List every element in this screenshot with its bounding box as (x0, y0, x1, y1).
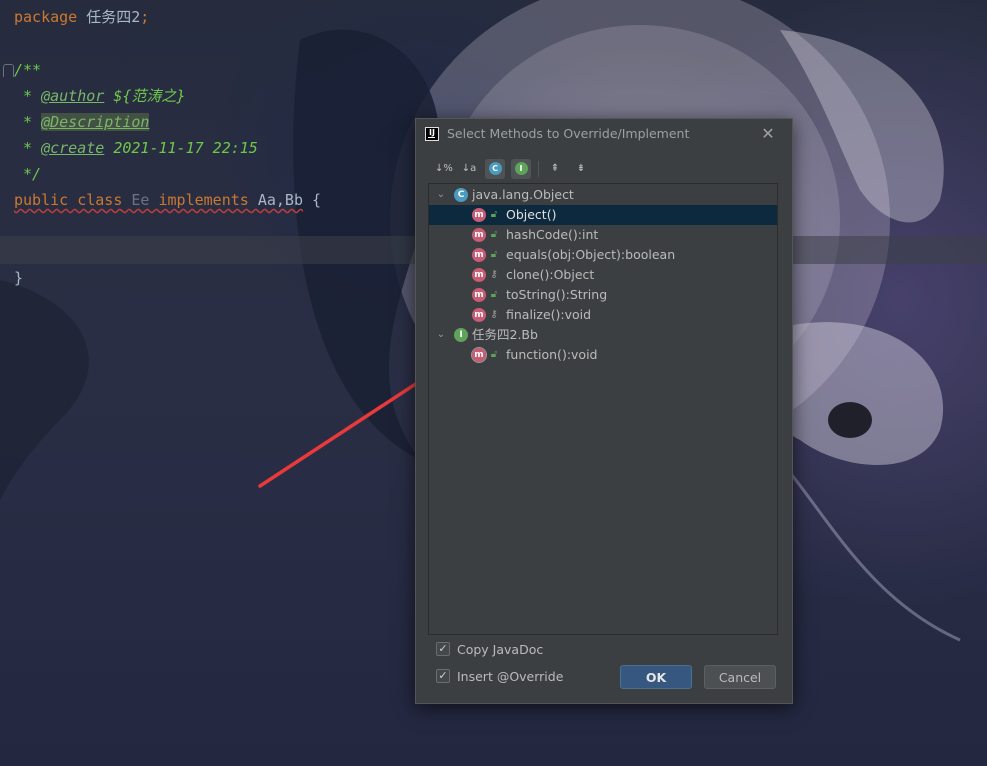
method-label: hashCode():int (506, 227, 599, 242)
tree-group-bb[interactable]: ⌄ I 任务四2.Bb (429, 325, 777, 345)
method-icon: m (472, 268, 486, 282)
collapse-all-icon[interactable]: ⇟ (571, 159, 591, 179)
dialog-toolbar: ↓% ↓a z C I ⇞ ⇟ (434, 159, 774, 194)
method-label: Object() (506, 207, 557, 222)
method-icon: m (472, 248, 486, 262)
protected-key-icon: ⚷ (490, 269, 498, 280)
method-icon: m (472, 288, 486, 302)
method-row[interactable]: m 🔓︎ Object() (429, 205, 777, 225)
abstract-method-icon: m (471, 347, 487, 363)
interface-icon: I (454, 328, 468, 342)
insert-override-checkbox[interactable]: ✓ (436, 669, 450, 683)
public-lock-icon: 🔓︎ (490, 349, 498, 360)
copy-javadoc-label: Copy JavaDoc (457, 642, 544, 657)
chevron-down-icon[interactable]: ⌄ (435, 185, 447, 205)
method-label: toString():String (506, 287, 608, 302)
protected-key-icon: ⚷ (490, 309, 498, 320)
sort-alphabetically-icon[interactable]: ↓a z (459, 159, 479, 194)
close-icon[interactable]: ✕ (758, 124, 778, 144)
dialog-title-bar[interactable]: IJ Select Methods to Override/Implement … (416, 119, 792, 149)
expand-all-icon[interactable]: ⇞ (545, 159, 565, 179)
chevron-down-icon[interactable]: ⌄ (435, 325, 447, 345)
method-row[interactable]: m 🔓︎ toString():String (429, 285, 777, 305)
toolbar-separator (538, 161, 539, 177)
class-icon: C (488, 161, 502, 175)
methods-tree[interactable]: ⌄ C java.lang.Object m 🔓︎ Object() m 🔓︎ … (428, 183, 778, 635)
method-row[interactable]: m 🔓︎ hashCode():int (429, 225, 777, 245)
method-label: finalize():void (506, 307, 592, 322)
public-lock-icon: 🔓︎ (490, 289, 498, 300)
tree-group-object[interactable]: ⌄ C java.lang.Object (429, 185, 777, 205)
override-methods-dialog: IJ Select Methods to Override/Implement … (415, 118, 793, 704)
interface-icon: I (514, 161, 528, 175)
dialog-title: Select Methods to Override/Implement (447, 126, 690, 141)
show-interfaces-toggle[interactable]: I (511, 159, 531, 179)
show-classes-toggle[interactable]: C (485, 159, 505, 179)
method-label: function():void (506, 347, 598, 362)
public-lock-icon: 🔓︎ (490, 249, 498, 260)
insert-override-label: Insert @Override (457, 669, 564, 684)
method-row[interactable]: m 🔓︎ equals(obj:Object):boolean (429, 245, 777, 265)
method-row[interactable]: m ⚷ finalize():void (429, 305, 777, 325)
method-row[interactable]: m ⚷ clone():Object (429, 265, 777, 285)
sort-by-visibility-icon[interactable]: ↓% (434, 159, 454, 179)
method-icon: m (472, 208, 486, 222)
tree-group-label: 任务四2.Bb (472, 327, 538, 342)
public-lock-icon: 🔓︎ (490, 229, 498, 240)
public-lock-icon: 🔓︎ (490, 209, 498, 220)
method-icon: m (472, 228, 486, 242)
method-row[interactable]: m 🔓︎ function():void (429, 345, 777, 365)
method-label: clone():Object (506, 267, 595, 282)
ok-button[interactable]: OK (620, 665, 692, 689)
class-icon: C (454, 188, 468, 202)
tree-group-label: java.lang.Object (472, 187, 574, 202)
method-label: equals(obj:Object):boolean (506, 247, 676, 262)
cancel-button[interactable]: Cancel (704, 665, 776, 689)
copy-javadoc-checkbox[interactable]: ✓ (436, 642, 450, 656)
method-icon: m (472, 308, 486, 322)
intellij-app-icon: IJ (425, 127, 439, 141)
